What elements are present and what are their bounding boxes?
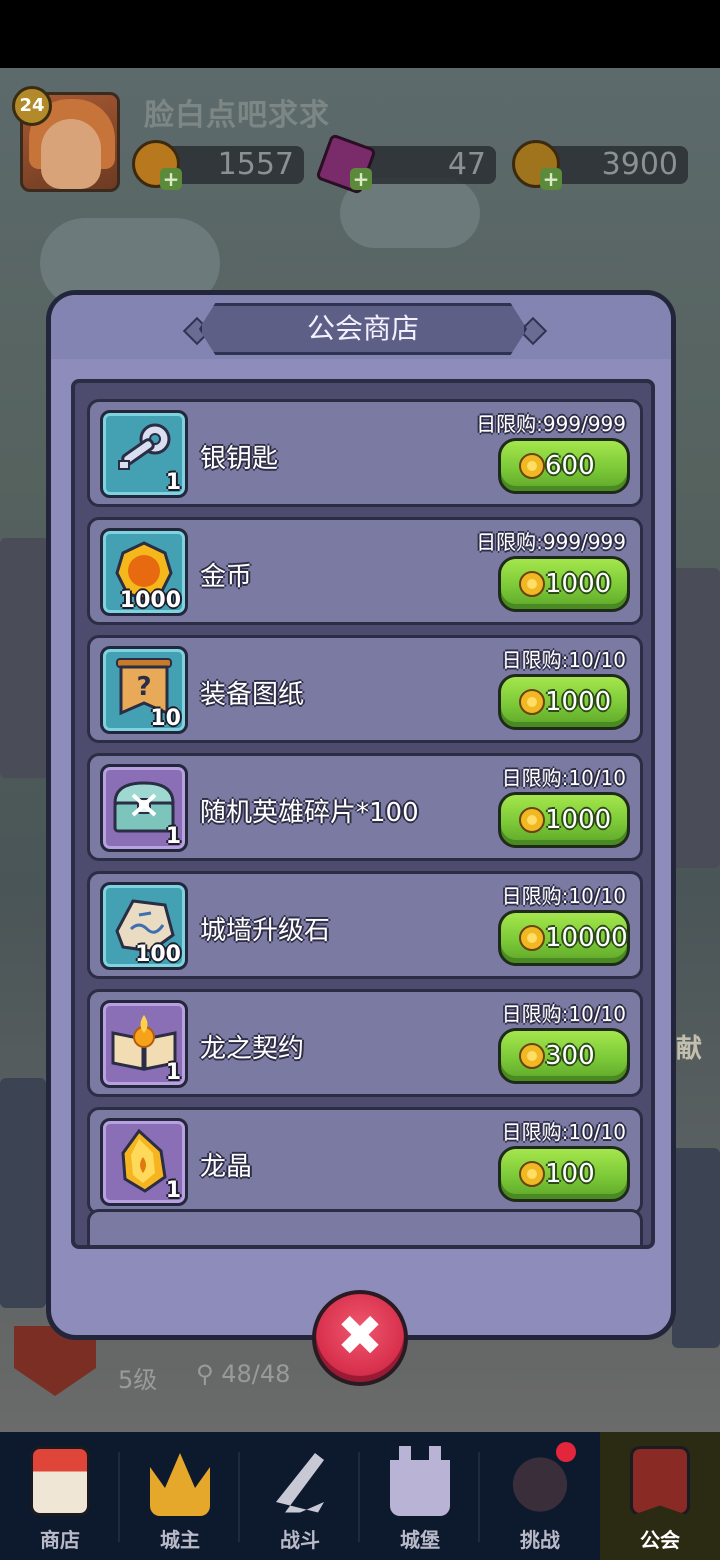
castle-icon	[390, 1446, 450, 1516]
item-icon-frame[interactable]: ? 10	[100, 646, 188, 734]
guild-members-value: 48/48	[221, 1360, 291, 1388]
shop-item: ? 10 装备图纸 日限购:10/10 1000	[87, 635, 643, 743]
item-quantity: 1	[165, 1060, 181, 1085]
currency-gem-value: 47	[447, 147, 486, 182]
currency-gold[interactable]: 1557 +	[132, 140, 304, 190]
nav-lord-label: 城主	[160, 1528, 200, 1552]
nav-battle[interactable]: 战斗	[240, 1432, 360, 1560]
nav-shop[interactable]: 商店	[0, 1432, 120, 1560]
shop-item-partial	[87, 1209, 643, 1245]
nav-lord[interactable]: 城主	[120, 1432, 240, 1560]
item-name: 随机英雄碎片*100	[200, 798, 419, 828]
shop-item: 1000 金币 日限购:999/999 1000	[87, 517, 643, 625]
buy-button[interactable]: 300	[498, 1028, 630, 1084]
item-price: 10000	[545, 923, 628, 953]
nav-challenge[interactable]: 挑战	[480, 1432, 600, 1560]
item-purchase-limit: 日限购:10/10	[501, 766, 626, 790]
shop-item: 1 龙之契约 日限购:10/10 300	[87, 989, 643, 1097]
guild-coin-icon	[519, 453, 545, 479]
shop-icon	[30, 1446, 90, 1516]
nav-battle-label: 战斗	[280, 1528, 320, 1552]
member-icon: ⚲	[196, 1360, 222, 1388]
guild-coin-icon	[519, 571, 545, 597]
buy-button[interactable]: 100	[498, 1146, 630, 1202]
item-name: 城墙升级石	[200, 916, 331, 946]
guild-members: ⚲ 48/48	[196, 1360, 290, 1388]
item-quantity: 100	[135, 942, 181, 967]
notification-dot	[556, 1442, 576, 1462]
currency-guild-coin-value: 3900	[601, 147, 678, 182]
player-level-badge: 24	[12, 86, 52, 126]
buy-button[interactable]: 10000	[498, 910, 630, 966]
item-price: 1000	[545, 687, 612, 717]
shop-item: 1 随机英雄碎片*100 日限购:10/10 1000	[87, 753, 643, 861]
item-price: 300	[545, 1041, 595, 1071]
guild-coin-icon	[519, 807, 545, 833]
add-guild-coin-icon[interactable]: +	[540, 168, 562, 190]
buy-button[interactable]: 600	[498, 438, 630, 494]
add-gem-icon[interactable]: +	[350, 168, 372, 190]
item-icon-frame[interactable]: 1	[100, 764, 188, 852]
item-quantity: 1000	[119, 588, 181, 613]
buy-button[interactable]: 1000	[498, 556, 630, 612]
shop-item: 1 银钥匙 日限购:999/999 600	[87, 399, 643, 507]
nav-guild-label: 公会	[640, 1528, 680, 1552]
shop-item: 1 龙晶 日限购:10/10 100	[87, 1107, 643, 1215]
item-purchase-limit: 日限购:10/10	[501, 648, 626, 672]
item-icon-frame[interactable]: 1	[100, 410, 188, 498]
add-gold-icon[interactable]: +	[160, 168, 182, 190]
guild-banner-icon	[630, 1446, 690, 1516]
nav-challenge-label: 挑战	[520, 1528, 560, 1552]
swords-icon	[276, 1453, 324, 1513]
item-name: 龙晶	[200, 1152, 253, 1182]
item-icon-frame[interactable]: 100	[100, 882, 188, 970]
crown-icon	[150, 1453, 210, 1516]
dialog-title: 公会商店	[306, 312, 419, 345]
item-quantity: 1	[165, 824, 181, 849]
nav-shop-label: 商店	[40, 1528, 80, 1552]
shop-item-list[interactable]: 1 银钥匙 日限购:999/999 600 1000 金币 日限购:999/99…	[71, 379, 655, 1249]
nav-castle[interactable]: 城堡	[360, 1432, 480, 1560]
item-name: 金币	[200, 562, 253, 592]
currency-gold-value: 1557	[217, 147, 294, 182]
item-icon-frame[interactable]: 1	[100, 1118, 188, 1206]
bottom-nav: 商店 城主 战斗 城堡 挑战 公会	[0, 1432, 720, 1560]
status-bar	[0, 0, 720, 68]
guild-coin-icon	[519, 925, 545, 951]
guild-coin-icon	[519, 689, 545, 715]
item-purchase-limit: 日限购:999/999	[476, 412, 626, 436]
svg-text:?: ?	[136, 672, 151, 702]
item-price: 600	[545, 451, 595, 481]
guild-coin-icon	[519, 1043, 545, 1069]
item-name: 装备图纸	[200, 680, 305, 710]
item-quantity: 10	[150, 706, 181, 731]
guild-coin-icon	[519, 1161, 545, 1187]
close-button[interactable]: ✖	[312, 1290, 408, 1386]
side-label: 献	[676, 1034, 703, 1064]
guild-level: 5级	[118, 1366, 158, 1394]
buy-button[interactable]: 1000	[498, 792, 630, 848]
shop-item: 100 城墙升级石 日限购:10/10 10000	[87, 871, 643, 979]
item-icon-frame[interactable]: 1	[100, 1000, 188, 1088]
buy-button[interactable]: 1000	[498, 674, 630, 730]
currency-gem[interactable]: 47 +	[315, 133, 496, 195]
item-price: 1000	[545, 805, 612, 835]
item-purchase-limit: 日限购:10/10	[501, 1120, 626, 1144]
player-name: 脸白点吧求求	[144, 98, 330, 133]
close-icon: ✖	[336, 1304, 384, 1369]
item-price: 1000	[545, 569, 612, 599]
guild-shop-dialog: 公会商店 1 银钥匙 日限购:999/999 600 1000 金币 日限购:9…	[46, 290, 676, 1340]
item-quantity: 1	[165, 1178, 181, 1203]
item-purchase-limit: 日限购:10/10	[501, 884, 626, 908]
nav-guild[interactable]: 公会	[600, 1432, 720, 1560]
currency-guild-coin[interactable]: 3900 +	[512, 140, 688, 190]
nav-castle-label: 城堡	[400, 1528, 440, 1552]
item-icon-frame[interactable]: 1000	[100, 528, 188, 616]
item-name: 银钥匙	[200, 444, 279, 474]
item-quantity: 1	[165, 470, 181, 495]
item-name: 龙之契约	[200, 1034, 305, 1064]
item-purchase-limit: 日限购:10/10	[501, 1002, 626, 1026]
item-purchase-limit: 日限购:999/999	[476, 530, 626, 554]
item-price: 100	[545, 1159, 595, 1189]
